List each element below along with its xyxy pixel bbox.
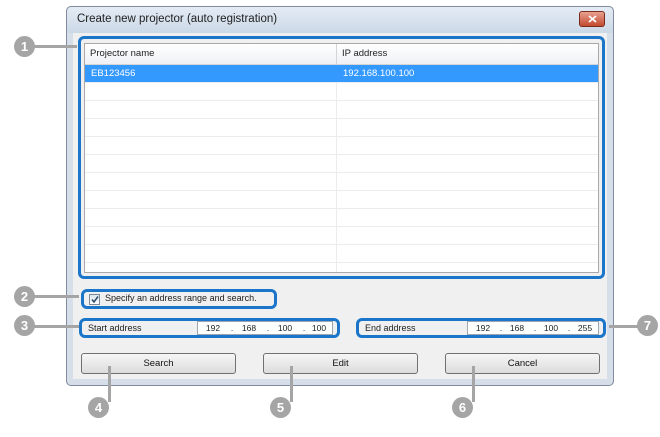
column-header-ip-address[interactable]: IP address (337, 44, 598, 64)
close-button[interactable] (579, 11, 605, 27)
callout-3-leader (33, 325, 79, 328)
start-address-input[interactable]: 192 . 168 . 100 . 100 (197, 321, 333, 335)
end-octet-2[interactable]: 168 (506, 323, 528, 333)
projector-name-cell (85, 209, 337, 226)
ip-separator: . (230, 323, 234, 333)
projector-name-cell (85, 119, 337, 136)
ip-separator: . (499, 323, 503, 333)
close-icon (588, 15, 597, 23)
create-projector-dialog: Create new projector (auto registration)… (66, 6, 614, 386)
cancel-button[interactable]: Cancel (445, 353, 600, 374)
callout-2: 2 (14, 286, 35, 307)
projector-name-cell (85, 83, 337, 100)
dialog-body: Projector name IP address EB123456 192.16… (73, 33, 607, 379)
start-octet-1[interactable]: 192 (202, 323, 224, 333)
table-row[interactable] (85, 245, 598, 263)
projector-name-cell (85, 263, 337, 272)
callout-4-leader (108, 366, 111, 402)
address-range-checkbox-highlight: Specify an address range and search. (81, 289, 277, 309)
table-row[interactable] (85, 119, 598, 137)
ip-address-cell (337, 173, 598, 190)
end-octet-3[interactable]: 100 (540, 323, 562, 333)
callout-5: 5 (270, 397, 291, 418)
address-range-checkbox-label[interactable]: Specify an address range and search. (105, 293, 257, 303)
projector-name-cell (85, 173, 337, 190)
title-bar[interactable]: Create new projector (auto registration) (67, 7, 613, 33)
address-range-checkbox[interactable] (89, 294, 100, 305)
callout-5-leader (290, 366, 293, 402)
table-row[interactable] (85, 83, 598, 101)
table-row[interactable] (85, 101, 598, 119)
projector-name-cell (85, 137, 337, 154)
callout-7-leader (609, 325, 640, 328)
search-button[interactable]: Search (81, 353, 236, 374)
ip-address-cell (337, 101, 598, 118)
callout-1: 1 (14, 36, 35, 57)
ip-address-cell: 192.168.100.100 (343, 68, 415, 79)
start-octet-2[interactable]: 168 (238, 323, 260, 333)
ip-address-cell (337, 191, 598, 208)
start-octet-3[interactable]: 100 (274, 323, 296, 333)
start-address-group: Start address 192 . 168 . 100 . 100 (79, 318, 340, 338)
projector-name-cell: EB123456 (85, 65, 337, 82)
column-header-projector-name[interactable]: Projector name (85, 44, 337, 64)
callout-1-leader (33, 45, 77, 48)
ip-address-cell (337, 263, 598, 272)
table-row[interactable] (85, 137, 598, 155)
end-octet-1[interactable]: 192 (472, 323, 494, 333)
ip-separator: . (567, 323, 571, 333)
callout-3: 3 (14, 315, 35, 336)
table-row[interactable]: EB123456 192.168.100.100 (85, 65, 598, 83)
table-row[interactable] (85, 227, 598, 245)
ip-separator: . (533, 323, 537, 333)
dialog-title: Create new projector (auto registration) (77, 13, 278, 25)
callout-6: 6 (452, 397, 473, 418)
table-row[interactable] (85, 263, 598, 272)
ip-address-cell (337, 137, 598, 154)
ip-address-cell (337, 245, 598, 262)
table-row[interactable] (85, 173, 598, 191)
start-octet-4[interactable]: 100 (308, 323, 330, 333)
edit-button[interactable]: Edit (263, 353, 418, 374)
list-header: Projector name IP address (85, 44, 598, 65)
end-octet-4[interactable]: 255 (574, 323, 596, 333)
projector-name-cell (85, 227, 337, 244)
table-row[interactable] (85, 191, 598, 209)
ip-address-cell (337, 83, 598, 100)
projector-name-cell (85, 191, 337, 208)
ip-address-cell (337, 227, 598, 244)
projector-name-cell (85, 155, 337, 172)
checkmark-icon (91, 296, 99, 304)
callout-4: 4 (88, 397, 109, 418)
end-address-label: End address (365, 323, 416, 333)
ip-separator: . (302, 323, 306, 333)
projector-list-highlight: Projector name IP address EB123456 192.16… (78, 36, 605, 279)
start-address-label: Start address (88, 323, 142, 333)
table-row[interactable] (85, 155, 598, 173)
projector-name-cell (85, 245, 337, 262)
callout-2-leader (33, 295, 79, 298)
ip-separator: . (266, 323, 270, 333)
ip-address-cell (337, 209, 598, 226)
projector-name-cell (85, 101, 337, 118)
end-address-input[interactable]: 192 . 168 . 100 . 255 (467, 321, 599, 335)
list-rows: EB123456 192.168.100.100 (85, 65, 598, 272)
ip-address-cell (337, 119, 598, 136)
ip-address-cell (337, 155, 598, 172)
projector-list[interactable]: Projector name IP address EB123456 192.16… (84, 43, 599, 273)
callout-7: 7 (637, 315, 658, 336)
callout-6-leader (472, 366, 475, 402)
end-address-group: End address 192 . 168 . 100 . 255 (356, 318, 606, 338)
table-row[interactable] (85, 209, 598, 227)
